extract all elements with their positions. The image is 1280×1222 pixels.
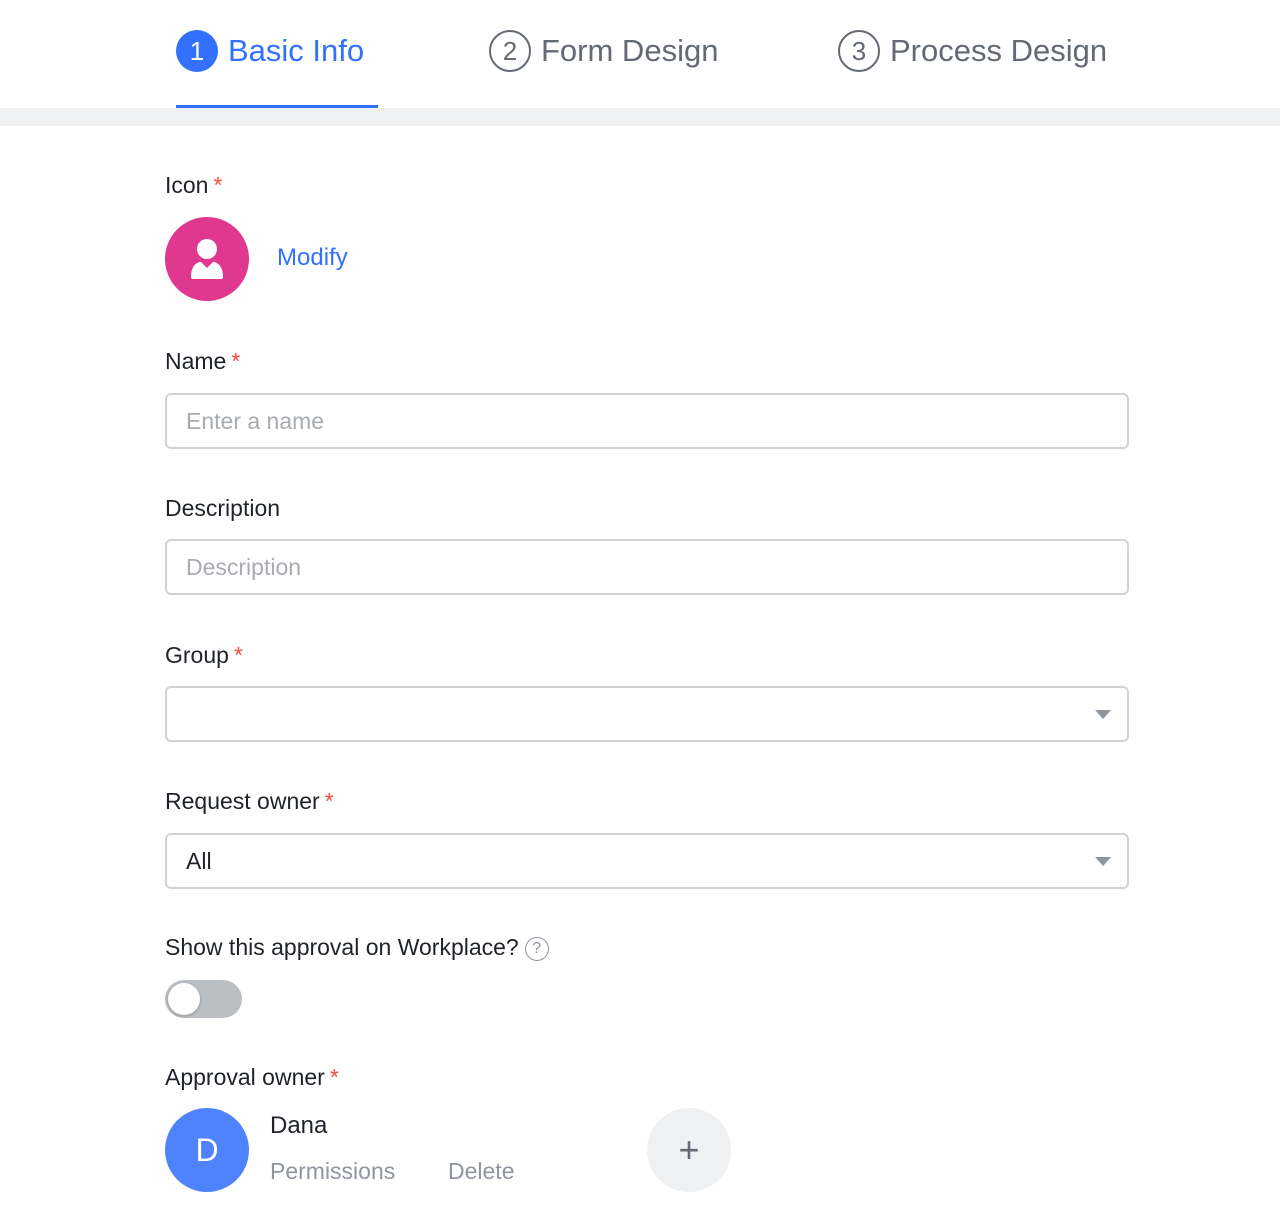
approval-icon bbox=[165, 217, 249, 301]
group-label: Group * bbox=[165, 642, 243, 669]
group-label-text: Group bbox=[165, 642, 229, 668]
icon-label: Icon * bbox=[165, 172, 222, 199]
delete-link[interactable]: Delete bbox=[448, 1158, 514, 1185]
toggle-knob bbox=[168, 983, 200, 1015]
approval-owner-label-text: Approval owner bbox=[165, 1064, 325, 1090]
help-icon[interactable]: ? bbox=[524, 937, 549, 961]
modify-icon-link[interactable]: Modify bbox=[277, 244, 348, 272]
avatar: D bbox=[165, 1108, 249, 1192]
plus-icon: + bbox=[678, 1129, 700, 1170]
step-label: Basic Info bbox=[228, 33, 365, 68]
request-owner-select[interactable]: All bbox=[165, 833, 1129, 889]
owner-name: Dana bbox=[270, 1112, 328, 1139]
name-placeholder: Enter a name bbox=[186, 407, 325, 434]
description-input[interactable]: Description bbox=[165, 539, 1129, 595]
show-on-workplace-label-text: Show this approval on Workplace? bbox=[165, 934, 519, 960]
request-owner-label: Request owner * bbox=[165, 788, 334, 815]
steps-header: 1 Basic Info 2 Form Design 3 Process Des… bbox=[0, 0, 1280, 108]
user-icon bbox=[191, 239, 223, 279]
description-label-text: Description bbox=[165, 495, 281, 521]
step-label: Process Design bbox=[890, 33, 1108, 68]
name-label-text: Name bbox=[165, 348, 227, 374]
request-owner-value: All bbox=[186, 847, 212, 874]
step-process-design[interactable]: 3 Process Design bbox=[838, 30, 1107, 72]
show-on-workplace-toggle[interactable] bbox=[165, 980, 242, 1018]
step-number: 3 bbox=[838, 30, 880, 72]
icon-label-text: Icon bbox=[165, 172, 209, 198]
required-mark: * bbox=[233, 642, 243, 668]
step-basic-info[interactable]: 1 Basic Info bbox=[176, 30, 364, 72]
request-owner-label-text: Request owner bbox=[165, 788, 320, 814]
step-label: Form Design bbox=[541, 33, 719, 68]
name-label: Name * bbox=[165, 348, 240, 375]
description-label: Description bbox=[165, 495, 280, 522]
group-select[interactable] bbox=[165, 686, 1129, 742]
header-divider bbox=[0, 108, 1280, 126]
approval-owner-label: Approval owner * bbox=[165, 1064, 339, 1091]
name-input[interactable]: Enter a name bbox=[165, 393, 1129, 449]
required-mark: * bbox=[213, 172, 223, 198]
add-owner-button[interactable]: + bbox=[647, 1108, 731, 1192]
required-mark: * bbox=[231, 348, 241, 374]
required-mark: * bbox=[329, 1064, 339, 1090]
description-placeholder: Description bbox=[186, 553, 302, 580]
chevron-down-icon bbox=[1095, 710, 1111, 719]
step-number: 1 bbox=[176, 30, 218, 72]
chevron-down-icon bbox=[1095, 857, 1111, 866]
step-number: 2 bbox=[489, 30, 531, 72]
permissions-link[interactable]: Permissions bbox=[270, 1158, 395, 1185]
required-mark: * bbox=[324, 788, 334, 814]
show-on-workplace-label: Show this approval on Workplace?? bbox=[165, 934, 549, 961]
step-form-design[interactable]: 2 Form Design bbox=[489, 30, 718, 72]
